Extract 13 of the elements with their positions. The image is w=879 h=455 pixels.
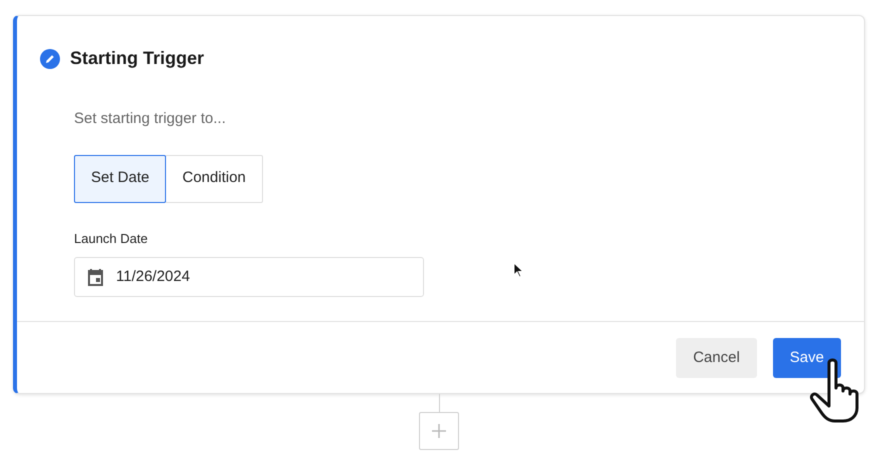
card-title: Starting Trigger	[70, 47, 204, 70]
field-label: Launch Date	[74, 230, 149, 248]
pointer-cursor-icon	[513, 262, 524, 278]
date-field[interactable]: 11/26/2024	[74, 257, 424, 297]
prompt-text: Set starting trigger to...	[74, 109, 227, 129]
pencil-icon	[40, 48, 60, 68]
cancel-button[interactable]: Cancel	[676, 338, 757, 378]
add-step-button[interactable]	[419, 412, 459, 450]
trigger-option[interactable]: Set Date	[74, 154, 166, 202]
trigger-option[interactable]: Condition	[165, 154, 263, 202]
plus-icon	[432, 424, 446, 438]
save-button[interactable]: Save	[772, 338, 841, 378]
calendar-icon	[87, 268, 104, 286]
